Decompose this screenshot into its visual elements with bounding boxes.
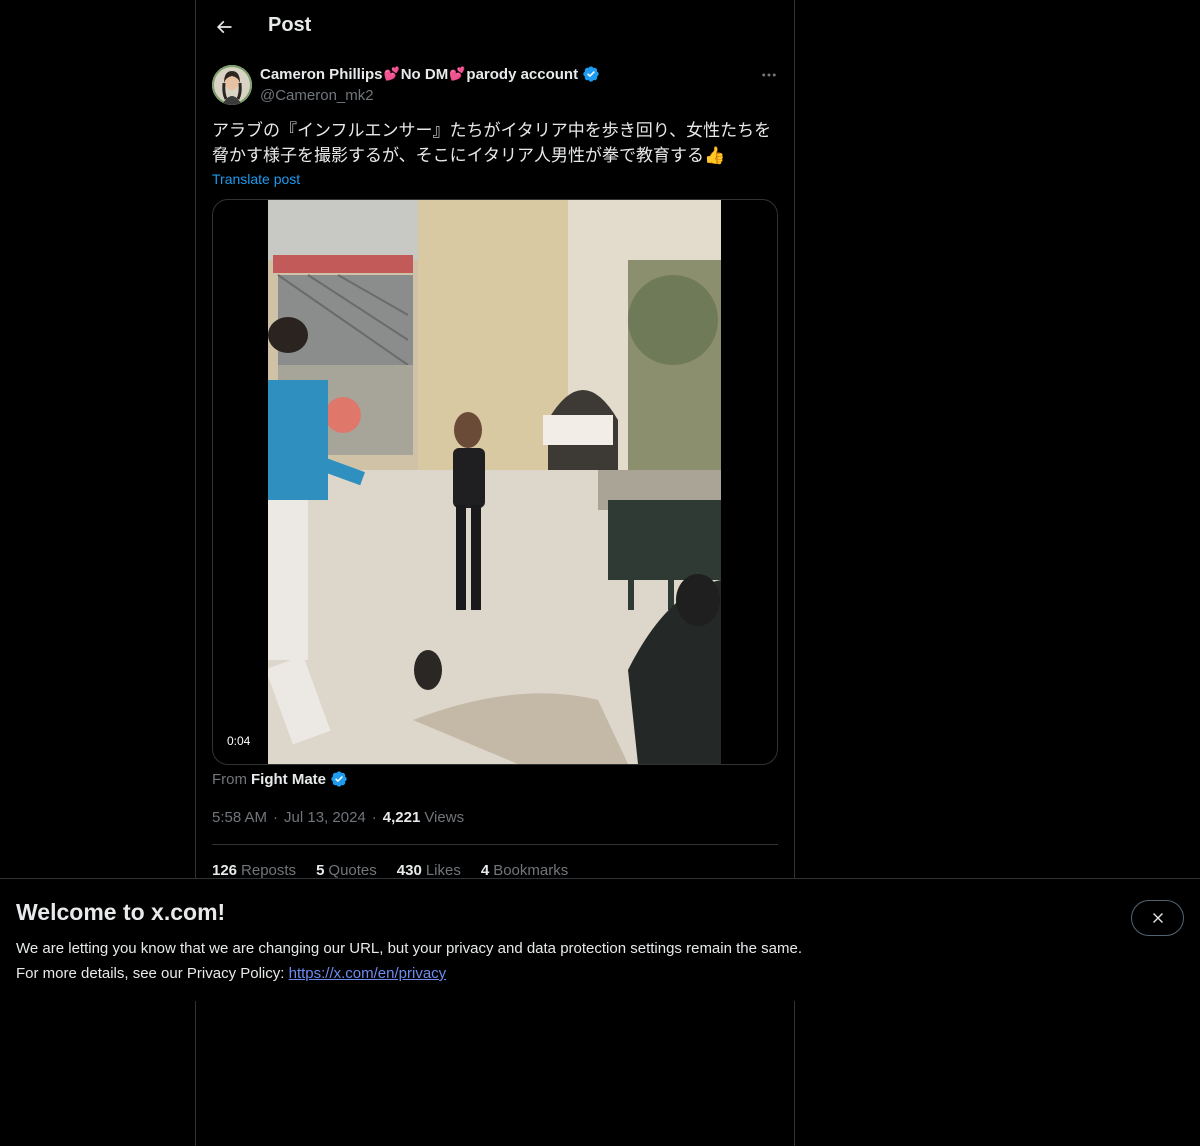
- quotes-label: Quotes: [328, 862, 377, 879]
- more-options-button[interactable]: [752, 62, 786, 88]
- likes-label: Likes: [425, 862, 461, 879]
- views-label: Views: [424, 809, 465, 826]
- bookmarks-label: Bookmarks: [493, 862, 569, 879]
- banner-line-2: For more details, see our Privacy Policy…: [16, 965, 285, 982]
- author-handle[interactable]: @Cameron_mk2: [260, 87, 374, 104]
- author-name-part3: parody account: [466, 65, 579, 83]
- banner-body: We are letting you know that we are chan…: [16, 936, 916, 986]
- verified-badge-icon: [583, 66, 599, 82]
- avatar-image: [212, 65, 252, 105]
- stat-reposts[interactable]: 126 Reposts: [212, 862, 296, 879]
- page-title: Post: [268, 14, 312, 36]
- heart-emoji-2: 💕: [449, 66, 466, 81]
- video-player[interactable]: 0:04: [212, 199, 778, 765]
- bookmarks-count: 4: [480, 862, 490, 879]
- close-icon: [1152, 913, 1163, 923]
- from-label: From: [212, 770, 247, 788]
- verified-badge-icon: [331, 771, 347, 787]
- reposts-label: Reposts: [241, 862, 297, 879]
- likes-count: 430: [396, 862, 422, 879]
- divider: [212, 844, 778, 845]
- post-text-line-2: 脅かす様子を撮影するが、そこにイタリア人男性が拳で教育する: [212, 146, 704, 166]
- heart-emoji-1: 💕: [383, 66, 400, 81]
- back-arrow-icon: [216, 20, 232, 34]
- post-metadata: 5:58 AM · Jul 13, 2024 · 4,221 Views: [212, 809, 464, 826]
- post-text: アラブの『インフルエンサー』たちがイタリア中を歩き回り、女性たちを 脅かす様子を…: [212, 119, 778, 169]
- welcome-banner: Welcome to x.com! We are letting you kno…: [0, 878, 1200, 1001]
- page-header: Post: [196, 0, 794, 54]
- author-name-part2: No DM: [400, 65, 449, 83]
- reposts-count: 126: [212, 862, 238, 879]
- video-duration: 0:04: [221, 732, 257, 750]
- stat-likes[interactable]: 430 Likes: [397, 862, 461, 879]
- more-dots-icon: [762, 73, 776, 77]
- thumbs-up-emoji: 👍: [703, 146, 726, 166]
- video-scene: [268, 200, 721, 764]
- banner-title: Welcome to x.com!: [16, 899, 226, 925]
- source-account-link[interactable]: Fight Mate: [251, 771, 326, 788]
- separator-dot: ·: [273, 809, 279, 826]
- post-date[interactable]: Jul 13, 2024: [284, 809, 366, 826]
- post-time[interactable]: 5:58 AM: [212, 809, 267, 826]
- stat-quotes[interactable]: 5 Quotes: [316, 862, 377, 879]
- author-name[interactable]: Cameron Phillips 💕 No DM 💕 parody accoun…: [260, 65, 600, 83]
- banner-line-1: We are letting you know that we are chan…: [16, 940, 802, 957]
- close-banner-button[interactable]: [1131, 900, 1184, 936]
- avatar[interactable]: [212, 65, 252, 105]
- privacy-policy-link[interactable]: https://x.com/en/privacy: [289, 965, 447, 982]
- source-attribution: From Fight Mate: [212, 770, 348, 788]
- translate-post-link[interactable]: Translate post: [212, 171, 300, 187]
- back-button[interactable]: [206, 9, 242, 45]
- engagement-stats: 126 Reposts 5 Quotes 430 Likes 4 Bookmarks: [212, 862, 588, 879]
- quotes-count: 5: [316, 862, 325, 879]
- views-count: 4,221: [382, 809, 421, 826]
- author-name-part1: Cameron Phillips: [260, 65, 383, 83]
- stat-bookmarks[interactable]: 4 Bookmarks: [481, 862, 568, 879]
- video-thumbnail: [268, 200, 721, 764]
- separator-dot: ·: [371, 809, 377, 826]
- post-text-line-1: アラブの『インフルエンサー』たちがイタリア中を歩き回り、女性たちを: [212, 121, 772, 141]
